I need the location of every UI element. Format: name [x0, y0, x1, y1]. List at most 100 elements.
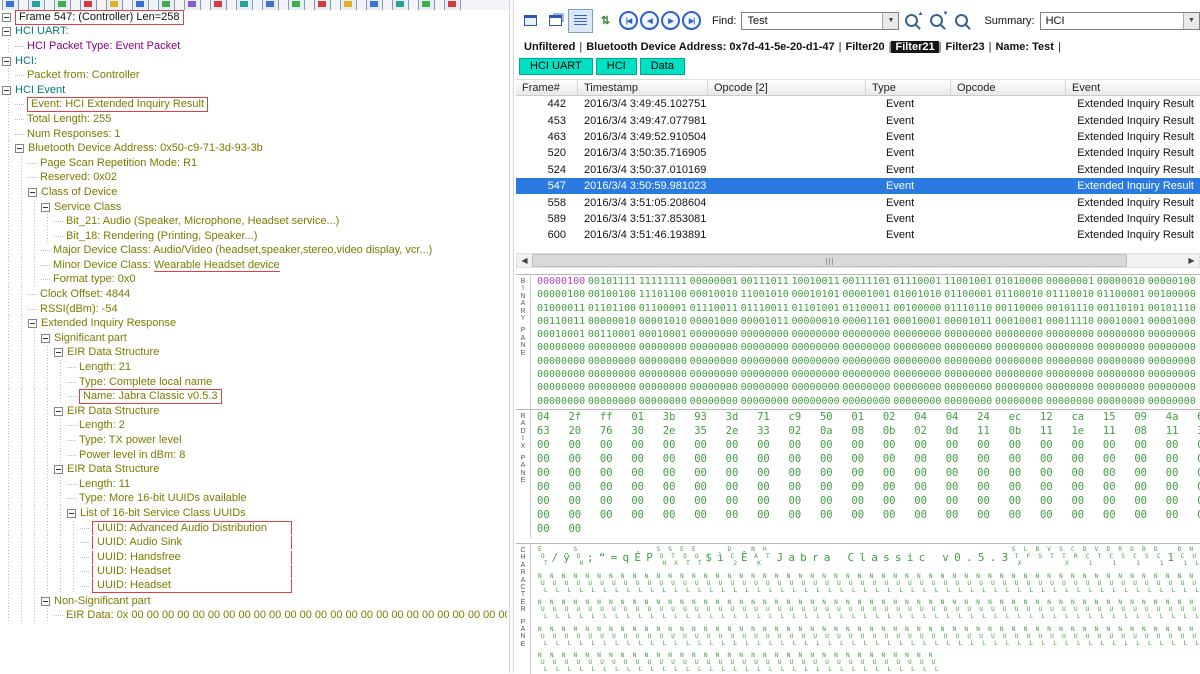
- expand-box-icon[interactable]: [54, 465, 63, 474]
- column-header[interactable]: Event: [1066, 80, 1200, 95]
- cascade-window-icon[interactable]: [543, 9, 568, 33]
- toolbar-icon[interactable]: [444, 0, 461, 10]
- expand-box-icon[interactable]: [28, 188, 37, 197]
- toolbar-icon[interactable]: [28, 0, 45, 10]
- find-input[interactable]: Test ▼: [741, 12, 899, 30]
- toolbar-icon[interactable]: [210, 0, 227, 10]
- tree-node[interactable]: RSSI(dBm): -54: [0, 302, 507, 317]
- toolbar-icon[interactable]: [340, 0, 357, 10]
- column-header[interactable]: Timestamp: [578, 80, 708, 95]
- tree-node[interactable]: Significant part: [0, 331, 507, 346]
- chevron-down-icon[interactable]: ▼: [882, 13, 898, 29]
- column-header[interactable]: Opcode [2]: [708, 80, 866, 95]
- tree-node[interactable]: Major Device Class: Audio/Video (headset…: [0, 244, 507, 259]
- toolbar-icon[interactable]: [418, 0, 435, 10]
- tree-node[interactable]: Frame 547: (Controller) Len=258: [0, 10, 507, 25]
- table-row[interactable]: 5472016/3/4 3:50:59.981023EventExtended …: [516, 178, 1200, 194]
- tree-node[interactable]: Service Class: [0, 200, 507, 215]
- table-row[interactable]: 4632016/3/4 3:49:52.910504EventExtended …: [516, 129, 1200, 145]
- tree-node[interactable]: Class of Device: [0, 185, 507, 200]
- tree-node[interactable]: Clock Offset: 4844: [0, 287, 507, 302]
- filter-item[interactable]: Filter20: [841, 41, 888, 53]
- tree-node[interactable]: UUID: Audio Sink: [0, 535, 507, 550]
- search-next-icon[interactable]: ▼: [924, 9, 949, 33]
- filter-item[interactable]: Bluetooth Device Address: 0x7d-41-5e-20-…: [582, 41, 838, 53]
- expand-box-icon[interactable]: [2, 86, 11, 95]
- tree-node[interactable]: UUID: Headset: [0, 565, 507, 580]
- table-row[interactable]: 5202016/3/4 3:50:35.716905EventExtended …: [516, 145, 1200, 161]
- column-header[interactable]: Type: [866, 80, 951, 95]
- tree-node[interactable]: Length: 11: [0, 477, 507, 492]
- tree-node[interactable]: Power level in dBm: 8: [0, 448, 507, 463]
- tree-node[interactable]: EIR Data Structure: [0, 462, 507, 477]
- table-row[interactable]: 5582016/3/4 3:51:05.208604EventExtended …: [516, 194, 1200, 210]
- search-previous-icon[interactable]: ▲: [899, 9, 924, 33]
- tree-node[interactable]: Bluetooth Device Address: 0x50-c9-71-3d-…: [0, 141, 507, 156]
- scrollbar-thumb[interactable]: [532, 254, 1127, 267]
- expand-box-icon[interactable]: [54, 348, 63, 357]
- tree-node[interactable]: Type: TX power level: [0, 433, 507, 448]
- expand-box-icon[interactable]: [67, 509, 76, 518]
- tree-node[interactable]: Length: 2: [0, 419, 507, 434]
- protocol-tab[interactable]: HCI: [596, 58, 637, 75]
- toolbar-icon[interactable]: [132, 0, 149, 10]
- summary-select[interactable]: HCI ▼: [1040, 12, 1200, 30]
- toolbar-icon[interactable]: [236, 0, 253, 10]
- table-row[interactable]: 4422016/3/4 3:49:45.102751EventExtended …: [516, 96, 1200, 112]
- toolbar-icon[interactable]: [54, 0, 71, 10]
- expand-box-icon[interactable]: [28, 319, 37, 328]
- scroll-right-arrow[interactable]: ▶: [1184, 254, 1199, 267]
- expand-box-icon[interactable]: [2, 27, 11, 36]
- tree-node[interactable]: UUID: Headset: [0, 579, 507, 594]
- expand-box-icon[interactable]: [41, 203, 50, 212]
- tree-node[interactable]: Length: 21: [0, 360, 507, 375]
- tree-node[interactable]: EIR Data Structure: [0, 404, 507, 419]
- filter-item[interactable]: Unfiltered: [520, 41, 579, 53]
- chevron-down-icon[interactable]: ▼: [1183, 13, 1199, 29]
- scroll-left-arrow[interactable]: ◀: [517, 254, 532, 267]
- toolbar-icon[interactable]: [366, 0, 383, 10]
- tree-node[interactable]: Page Scan Repetition Mode: R1: [0, 156, 507, 171]
- tree-node[interactable]: UUID: Advanced Audio Distribution: [0, 521, 507, 536]
- list-view-icon[interactable]: [568, 9, 593, 33]
- previous-frame-button[interactable]: ◀: [640, 11, 659, 30]
- tree-node[interactable]: HCI:: [0, 54, 507, 69]
- filter-item[interactable]: Name: Test: [991, 41, 1057, 53]
- expand-box-icon[interactable]: [2, 13, 11, 22]
- first-frame-button[interactable]: |◀: [619, 11, 638, 30]
- table-row[interactable]: 5892016/3/4 3:51:37.853081EventExtended …: [516, 211, 1200, 227]
- tree-node[interactable]: Minor Device Class: Wearable Headset dev…: [0, 258, 507, 273]
- table-row[interactable]: 4532016/3/4 3:49:47.077981EventExtended …: [516, 112, 1200, 128]
- sort-toggle-icon[interactable]: ⇅: [593, 9, 618, 33]
- toolbar-icon[interactable]: [2, 0, 19, 10]
- toolbar-icon[interactable]: [80, 0, 97, 10]
- expand-box-icon[interactable]: [54, 407, 63, 416]
- toolbar-icon[interactable]: [288, 0, 305, 10]
- tree-node[interactable]: EIR Data Structure: [0, 346, 507, 361]
- window-icon[interactable]: [518, 9, 543, 33]
- panel-splitter[interactable]: [509, 0, 514, 673]
- protocol-tab[interactable]: HCI UART: [519, 58, 593, 75]
- toolbar-icon[interactable]: [314, 0, 331, 10]
- expand-box-icon[interactable]: [41, 597, 50, 606]
- filter-item[interactable]: Filter23: [941, 41, 988, 53]
- tree-node[interactable]: List of 16-bit Service Class UUIDs: [0, 506, 507, 521]
- tree-node[interactable]: Type: More 16-bit UUIDs available: [0, 492, 507, 507]
- tree-node[interactable]: Total Length: 255: [0, 112, 507, 127]
- tree-node[interactable]: Event: HCI Extended Inquiry Result: [0, 98, 507, 113]
- toolbar-icon[interactable]: [392, 0, 409, 10]
- character-pane-body[interactable]: EOT/ÿSOH;“=qÉPSOHSTXEOTEOT$ìDC2ÊNAKHTJab…: [531, 544, 1200, 674]
- filter-item[interactable]: Filter21: [891, 41, 938, 53]
- tree-node[interactable]: Packet from: Controller: [0, 68, 507, 83]
- tree-node[interactable]: Reserved: 0x02: [0, 171, 507, 186]
- last-frame-button[interactable]: ▶|: [682, 11, 701, 30]
- search-icon[interactable]: [949, 9, 974, 33]
- protocol-tab[interactable]: Data: [640, 58, 685, 75]
- tree-node[interactable]: Extended Inquiry Response: [0, 316, 507, 331]
- table-row[interactable]: 5242016/3/4 3:50:37.010169EventExtended …: [516, 162, 1200, 178]
- next-frame-button[interactable]: ▶: [661, 11, 680, 30]
- horizontal-scrollbar[interactable]: ◀ ▶: [516, 253, 1200, 268]
- tree-node[interactable]: EIR Data: 0x 00 00 00 00 00 00 00 00 00 …: [0, 608, 507, 623]
- expand-box-icon[interactable]: [2, 57, 11, 66]
- tree-node[interactable]: HCI Event: [0, 83, 507, 98]
